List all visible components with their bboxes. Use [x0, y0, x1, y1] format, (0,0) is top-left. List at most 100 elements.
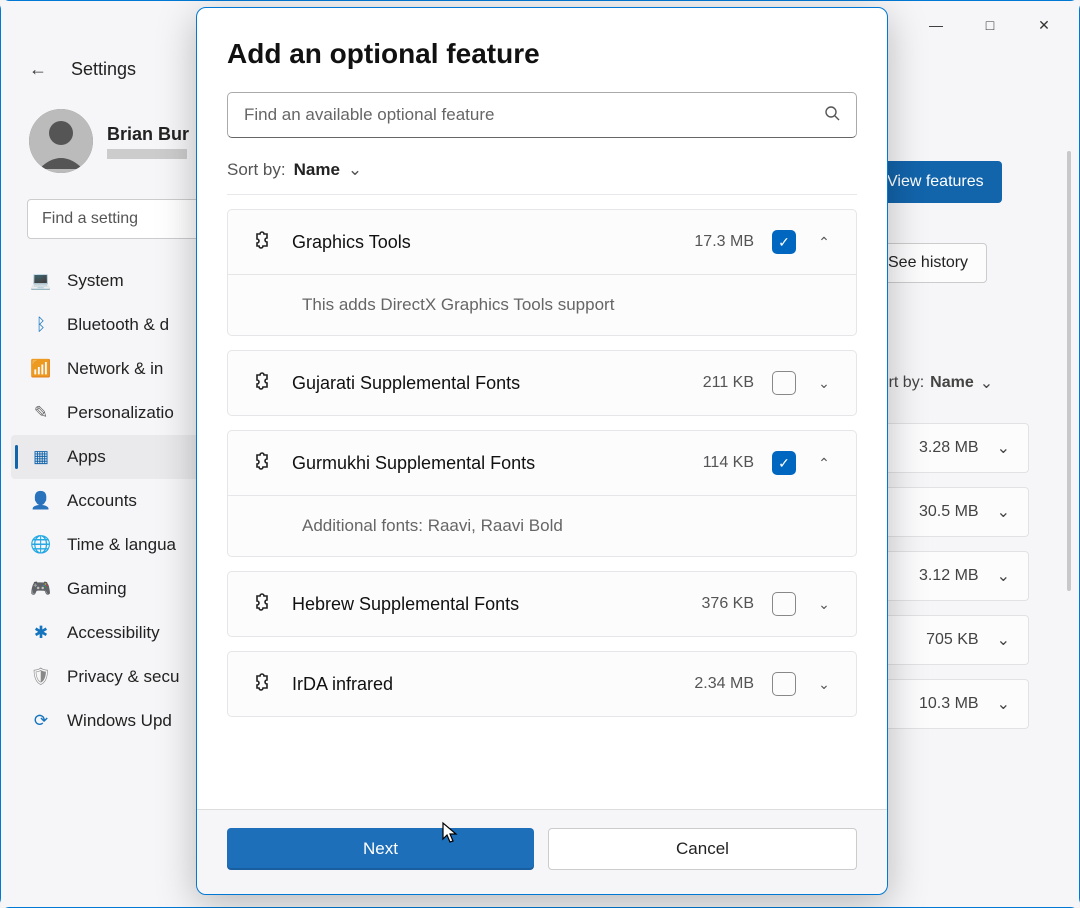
- sidebar-item-label: Accessibility: [67, 623, 160, 643]
- sidebar-icon: 📶: [31, 359, 51, 379]
- sort-label: Sort by:: [227, 160, 286, 180]
- feature-card: IrDA infrared 2.34 MB ⌄: [227, 651, 857, 717]
- feature-row[interactable]: IrDA infrared 2.34 MB ⌄: [228, 652, 856, 716]
- sidebar-item-label: Windows Upd: [67, 711, 172, 731]
- chevron-down-icon: ⌄: [997, 566, 1010, 586]
- feature-card: Hebrew Supplemental Fonts 376 KB ⌄: [227, 571, 857, 637]
- close-button[interactable]: ✕: [1021, 9, 1067, 41]
- feature-name: Gujarati Supplemental Fonts: [292, 373, 685, 394]
- chevron-down-icon[interactable]: ⌄: [814, 596, 834, 613]
- bg-row-size: 10.3 MB: [919, 695, 979, 713]
- feature-checkbox[interactable]: [772, 371, 796, 395]
- feature-size: 114 KB: [703, 454, 754, 472]
- chevron-down-icon: ⌄: [348, 160, 362, 180]
- scrollbar[interactable]: [1067, 151, 1071, 591]
- chevron-down-icon: ⌄: [997, 438, 1010, 458]
- feature-row[interactable]: Gujarati Supplemental Fonts 211 KB ⌄: [228, 351, 856, 415]
- back-button[interactable]: ←: [29, 59, 47, 80]
- feature-description: This adds DirectX Graphics Tools support: [228, 274, 856, 335]
- dialog-footer: Next Cancel: [197, 809, 887, 894]
- feature-checkbox[interactable]: ✓: [772, 451, 796, 475]
- bg-feature-row[interactable]: 705 KB ⌄: [869, 615, 1029, 665]
- sidebar-item-label: Privacy & secu: [67, 667, 179, 687]
- sort-row[interactable]: Sort by: Name ⌄: [227, 160, 857, 180]
- sidebar-item-label: System: [67, 271, 124, 291]
- feature-card: Gujarati Supplemental Fonts 211 KB ⌄: [227, 350, 857, 416]
- search-icon: [824, 105, 840, 126]
- bg-row-size: 30.5 MB: [919, 503, 979, 521]
- bg-sort[interactable]: Sort by: Name ⌄: [869, 373, 1049, 393]
- puzzle-icon: [250, 672, 274, 696]
- feature-checkbox[interactable]: ✓: [772, 230, 796, 254]
- cancel-button[interactable]: Cancel: [548, 828, 857, 870]
- app-title: Settings: [71, 59, 136, 80]
- sidebar-icon: ✎: [31, 403, 51, 423]
- sort-value: Name: [294, 160, 340, 180]
- chevron-down-icon: ⌄: [997, 694, 1010, 714]
- bg-feature-row[interactable]: 30.5 MB ⌄: [869, 487, 1029, 537]
- sidebar-icon: 🎮: [31, 579, 51, 599]
- feature-checkbox[interactable]: [772, 592, 796, 616]
- feature-name: Graphics Tools: [292, 232, 676, 253]
- chevron-up-icon[interactable]: ⌃: [814, 455, 834, 472]
- search-row[interactable]: [227, 92, 857, 138]
- chevron-down-icon[interactable]: ⌄: [814, 676, 834, 693]
- puzzle-icon: [250, 230, 274, 254]
- sidebar-item-label: Time & langua: [67, 535, 176, 555]
- puzzle-icon: [250, 592, 274, 616]
- minimize-button[interactable]: —: [913, 9, 959, 41]
- sidebar-item-label: Accounts: [67, 491, 137, 511]
- sidebar-icon: ᛒ: [31, 315, 51, 335]
- add-feature-dialog: Add an optional feature Sort by: Name ⌄ …: [196, 7, 888, 895]
- feature-card: Gurmukhi Supplemental Fonts 114 KB ✓ ⌃ A…: [227, 430, 857, 557]
- search-input[interactable]: [244, 105, 824, 125]
- bg-row-size: 3.28 MB: [919, 439, 979, 457]
- content-right: View features See history Sort by: Name …: [869, 161, 1049, 743]
- maximize-button[interactable]: □: [967, 9, 1013, 41]
- avatar: [29, 109, 93, 173]
- find-setting-placeholder: Find a setting: [42, 210, 138, 228]
- sidebar-icon: 💻: [31, 271, 51, 291]
- feature-card: Graphics Tools 17.3 MB ✓ ⌃ This adds Dir…: [227, 209, 857, 336]
- feature-checkbox[interactable]: [772, 672, 796, 696]
- feature-name: IrDA infrared: [292, 674, 676, 695]
- user-email-redacted: [107, 149, 187, 159]
- chevron-down-icon: ⌄: [980, 373, 993, 393]
- sidebar-item-label: Apps: [67, 447, 106, 467]
- dialog-title: Add an optional feature: [227, 38, 857, 70]
- user-name: Brian Bur: [107, 124, 189, 145]
- chevron-down-icon[interactable]: ⌄: [814, 375, 834, 392]
- feature-row[interactable]: Gurmukhi Supplemental Fonts 114 KB ✓ ⌃: [228, 431, 856, 495]
- sidebar-item-label: Gaming: [67, 579, 127, 599]
- bg-feature-row[interactable]: 3.12 MB ⌄: [869, 551, 1029, 601]
- sidebar-icon: ✱: [31, 623, 51, 643]
- puzzle-icon: [250, 371, 274, 395]
- puzzle-icon: [250, 451, 274, 475]
- next-button[interactable]: Next: [227, 828, 534, 870]
- feature-size: 211 KB: [703, 374, 754, 392]
- sidebar-icon: 🛡: [31, 667, 51, 687]
- feature-row[interactable]: Hebrew Supplemental Fonts 376 KB ⌄: [228, 572, 856, 636]
- chevron-down-icon: ⌄: [997, 502, 1010, 522]
- sidebar-item-label: Personalizatio: [67, 403, 174, 423]
- sidebar-icon: ⟳: [31, 711, 51, 731]
- chevron-up-icon[interactable]: ⌃: [814, 234, 834, 251]
- feature-name: Gurmukhi Supplemental Fonts: [292, 453, 685, 474]
- sidebar-item-label: Network & in: [67, 359, 163, 379]
- bg-feature-row[interactable]: 10.3 MB ⌄: [869, 679, 1029, 729]
- sidebar-icon: 👤: [31, 491, 51, 511]
- bg-sort-value: Name: [930, 374, 974, 392]
- feature-description: Additional fonts: Raavi, Raavi Bold: [228, 495, 856, 556]
- feature-name: Hebrew Supplemental Fonts: [292, 594, 684, 615]
- feature-row[interactable]: Graphics Tools 17.3 MB ✓ ⌃: [228, 210, 856, 274]
- sidebar-icon: 🌐: [31, 535, 51, 555]
- feature-size: 2.34 MB: [694, 675, 754, 693]
- chevron-down-icon: ⌄: [997, 630, 1010, 650]
- sidebar-icon: ▦: [31, 447, 51, 467]
- view-features-button[interactable]: View features: [869, 161, 1002, 203]
- feature-size: 376 KB: [702, 595, 754, 613]
- bg-row-size: 705 KB: [926, 631, 978, 649]
- bg-feature-row[interactable]: 3.28 MB ⌄: [869, 423, 1029, 473]
- sidebar-item-label: Bluetooth & d: [67, 315, 169, 335]
- bg-row-size: 3.12 MB: [919, 567, 979, 585]
